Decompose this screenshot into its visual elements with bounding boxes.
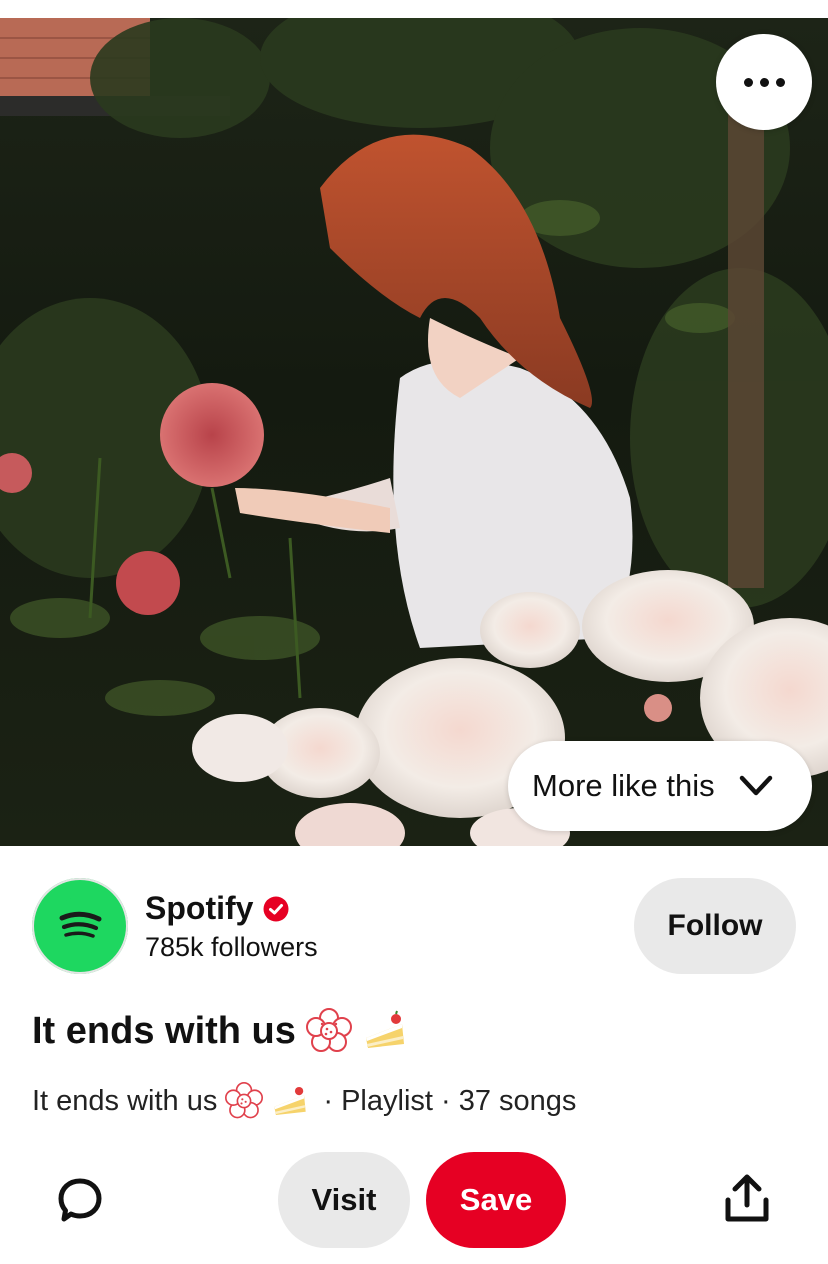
pin-description-row: It ends with us · Playlist · 37 songs bbox=[32, 1082, 576, 1120]
cake-emoji-icon bbox=[365, 1010, 404, 1048]
more-options-dot bbox=[759, 77, 769, 87]
pin-image[interactable]: More like this bbox=[0, 18, 828, 846]
share-icon[interactable] bbox=[724, 1174, 770, 1224]
more-options-icon bbox=[743, 77, 753, 87]
pin-description-meta: · Playlist · 37 songs bbox=[323, 1084, 577, 1117]
status-strip bbox=[0, 0, 828, 18]
more-options-dot bbox=[775, 77, 785, 87]
flower-emoji-icon bbox=[305, 1008, 352, 1052]
creator-name-wrap[interactable]: Spotify bbox=[145, 890, 289, 927]
more-like-this-label: More like this bbox=[532, 768, 715, 803]
creator-name[interactable]: Spotify bbox=[145, 890, 253, 927]
save-button[interactable]: Save bbox=[426, 1152, 566, 1248]
verified-badge-icon bbox=[263, 896, 289, 921]
chevron-down-icon bbox=[739, 775, 772, 796]
pin-title: It ends with us bbox=[32, 1009, 296, 1052]
comment-icon[interactable] bbox=[56, 1176, 104, 1224]
avatar[interactable] bbox=[32, 878, 128, 974]
visit-button[interactable]: Visit bbox=[278, 1152, 410, 1248]
pin-description: It ends with us bbox=[32, 1084, 218, 1117]
spotify-logo-icon bbox=[51, 897, 109, 955]
more-like-this-button[interactable]: More like this bbox=[508, 741, 812, 831]
follower-count: 785k followers bbox=[145, 932, 318, 962]
more-options-button[interactable] bbox=[716, 34, 812, 130]
follow-button[interactable]: Follow bbox=[634, 878, 796, 974]
flower-emoji-icon bbox=[225, 1082, 264, 1119]
pin-photo-illustration bbox=[0, 18, 828, 846]
pin-title-row: It ends with us bbox=[32, 1008, 408, 1054]
cake-emoji-icon bbox=[274, 1086, 307, 1116]
creator-row: Spotify 785k followers Follow bbox=[32, 878, 796, 974]
